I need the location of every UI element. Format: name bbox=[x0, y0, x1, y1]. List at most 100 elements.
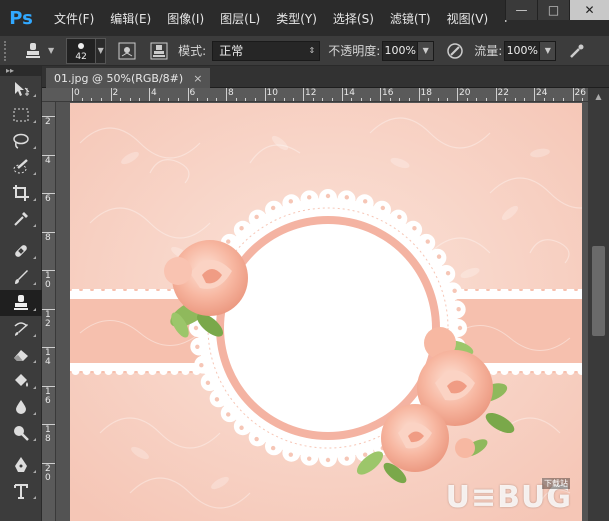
tool-eraser[interactable] bbox=[0, 342, 42, 368]
document-tab-bar: 01.jpg @ 50%(RGB/8#) × bbox=[42, 66, 609, 88]
ruler-tick-label: 1 4 bbox=[45, 348, 51, 367]
scroll-up-icon[interactable]: ▲ bbox=[588, 88, 609, 104]
quick-select-icon bbox=[13, 159, 28, 174]
ruler-tick-label: 8 bbox=[228, 88, 234, 98]
canvas-area[interactable]: U≡BUG 下载站 bbox=[56, 103, 588, 521]
tool-clone-stamp[interactable] bbox=[0, 290, 42, 316]
tool-crop[interactable] bbox=[0, 180, 42, 206]
tools-panel: ▸▸ bbox=[0, 66, 42, 521]
updown-icon: ⇕ bbox=[308, 46, 316, 55]
pressure-opacity-toggle[interactable] bbox=[444, 40, 466, 62]
tool-pen[interactable] bbox=[0, 452, 42, 478]
vertical-scrollbar[interactable]: ▲ bbox=[588, 88, 609, 521]
airbrush-toggle[interactable] bbox=[566, 40, 588, 62]
tool-healing-brush[interactable] bbox=[0, 238, 42, 264]
restore-button[interactable]: □ bbox=[537, 0, 569, 20]
ruler-minor-tick bbox=[293, 98, 295, 101]
ruler-minor-tick bbox=[408, 98, 410, 101]
history-brush-icon bbox=[14, 322, 28, 336]
scrollbar-thumb[interactable] bbox=[592, 246, 605, 336]
ruler-minor-tick bbox=[283, 98, 285, 101]
menu-list: 文件(F) 编辑(E) 图像(I) 图层(L) 类型(Y) 选择(S) 滤镜(T… bbox=[46, 0, 516, 36]
tool-history-brush[interactable] bbox=[0, 316, 42, 342]
pressure-pen-icon bbox=[447, 42, 463, 59]
mode-select[interactable]: 正常 ⇕ bbox=[212, 40, 321, 61]
ruler-major-tick bbox=[418, 88, 420, 101]
menu-filter[interactable]: 滤镜(T) bbox=[382, 0, 439, 36]
flow-dropdown-button[interactable]: ▼ bbox=[540, 40, 557, 61]
ruler-minor-tick bbox=[524, 98, 526, 101]
tool-marquee[interactable] bbox=[0, 102, 42, 128]
close-button[interactable]: ✕ bbox=[569, 0, 609, 20]
ruler-minor-tick bbox=[562, 98, 564, 101]
clone-source-icon bbox=[150, 42, 168, 59]
mode-value: 正常 bbox=[219, 44, 244, 58]
ruler-minor-tick bbox=[312, 98, 314, 101]
tool-dodge[interactable] bbox=[0, 420, 42, 446]
ruler-minor-tick bbox=[235, 98, 237, 101]
ruler-tick-label: 2 bbox=[45, 117, 51, 127]
pen-icon bbox=[15, 457, 27, 472]
ruler-minor-tick bbox=[428, 98, 430, 101]
close-tab-icon[interactable]: × bbox=[193, 72, 202, 85]
ruler-major-tick bbox=[226, 88, 227, 101]
ruler-minor-tick bbox=[245, 98, 247, 101]
ruler-tick-label: 20 bbox=[459, 88, 471, 98]
menu-edit[interactable]: 编辑(E) bbox=[102, 0, 159, 36]
menu-layer[interactable]: 图层(L) bbox=[212, 0, 268, 36]
crop-icon bbox=[13, 185, 29, 201]
ruler-major-tick bbox=[380, 88, 381, 101]
rect-marquee-icon bbox=[13, 108, 29, 122]
ruler-minor-tick bbox=[197, 98, 199, 101]
ruler-tick-label: 1 6 bbox=[45, 386, 51, 406]
ruler-major-tick bbox=[72, 88, 73, 101]
ruler-minor-tick bbox=[216, 98, 218, 101]
brush-preset-picker[interactable]: 42 bbox=[66, 37, 97, 64]
tool-eyedropper[interactable] bbox=[0, 206, 42, 232]
ruler-tick-label: 18 bbox=[420, 88, 432, 98]
ruler-minor-tick bbox=[543, 98, 545, 101]
menu-select[interactable]: 选择(S) bbox=[325, 0, 382, 36]
ruler-tick-label: 14 bbox=[343, 88, 355, 98]
menu-view[interactable]: 视图(V) bbox=[439, 0, 497, 36]
ruler-minor-tick bbox=[514, 98, 516, 101]
ruler-tick-label: 26 bbox=[574, 88, 586, 98]
tool-lasso[interactable] bbox=[0, 128, 42, 154]
menu-image[interactable]: 图像(I) bbox=[159, 0, 212, 36]
minimize-button[interactable]: — bbox=[505, 0, 537, 20]
ruler-tick-label: 10 bbox=[266, 88, 278, 98]
ruler-major-tick bbox=[303, 88, 304, 101]
ruler-minor-tick bbox=[158, 98, 160, 101]
ruler-minor-tick bbox=[177, 98, 179, 101]
brush-icon bbox=[15, 270, 28, 284]
brush-dropdown-button[interactable]: ▼ bbox=[96, 37, 107, 64]
tool-preset-picker[interactable]: ▼ bbox=[24, 42, 54, 60]
tool-quick-select[interactable] bbox=[0, 154, 42, 180]
menu-file[interactable]: 文件(F) bbox=[46, 0, 102, 36]
opacity-input[interactable]: 100% bbox=[382, 40, 419, 61]
brush-tip-icon bbox=[78, 42, 85, 49]
options-grip[interactable] bbox=[4, 40, 8, 61]
ruler-minor-tick bbox=[129, 98, 131, 101]
tools-panel-collapse[interactable]: ▸▸ bbox=[0, 66, 41, 76]
clone-stamp-icon bbox=[26, 42, 40, 58]
tool-brush[interactable] bbox=[0, 264, 42, 290]
flow-input[interactable]: 100% bbox=[504, 40, 541, 61]
image-canvas[interactable]: U≡BUG 下载站 bbox=[70, 103, 582, 521]
ruler-minor-tick bbox=[322, 98, 324, 101]
ruler-major-tick bbox=[264, 88, 266, 101]
vertical-ruler[interactable]: 2 4 6 8 1 0 1 2 1 4 1 6 1 8 2 0 bbox=[42, 102, 56, 521]
opacity-dropdown-button[interactable]: ▼ bbox=[418, 40, 435, 61]
menu-type[interactable]: 类型(Y) bbox=[268, 0, 325, 36]
tool-move[interactable] bbox=[0, 76, 42, 102]
mode-label: 模式: bbox=[178, 44, 207, 58]
ruler-minor-tick bbox=[351, 98, 353, 101]
tool-paint-bucket[interactable] bbox=[0, 368, 42, 394]
horizontal-ruler[interactable]: 0 2 4 6 8 10 12 14 16 18 20 22 24 26 bbox=[54, 88, 588, 102]
ruler-minor-tick bbox=[274, 98, 276, 101]
brush-panel-toggle[interactable] bbox=[116, 40, 138, 62]
tool-type[interactable] bbox=[0, 478, 42, 504]
tool-blur[interactable] bbox=[0, 394, 42, 420]
document-tab[interactable]: 01.jpg @ 50%(RGB/8#) × bbox=[46, 68, 211, 88]
clone-source-toggle[interactable] bbox=[148, 40, 170, 62]
